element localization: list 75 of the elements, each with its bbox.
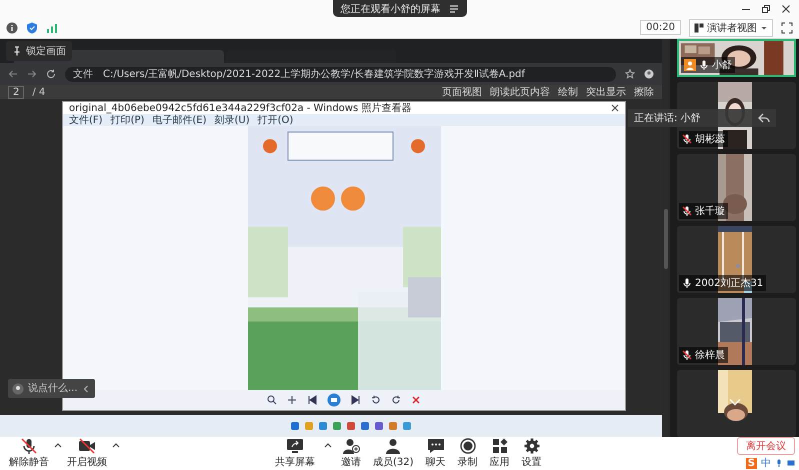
toolbar-button[interactable]: 邀请: [338, 438, 364, 469]
restore-icon[interactable]: [761, 4, 771, 14]
layout-icon: [694, 22, 704, 32]
lock-screen-button[interactable]: 锁定画面: [6, 41, 72, 61]
pdf-tool-button[interactable]: 突出显示: [586, 85, 626, 99]
close-icon[interactable]: [781, 4, 791, 14]
caret-icon[interactable]: [54, 442, 62, 448]
crossed-microphone-icon: [19, 438, 39, 454]
caret-icon[interactable]: [112, 442, 120, 448]
keyboard-icon[interactable]: [787, 459, 795, 467]
participant-name: 徐梓晨: [695, 348, 725, 362]
meeting-timer: 00:20: [640, 20, 681, 35]
toolbar-button[interactable]: 录制: [454, 438, 481, 469]
view-mode-dropdown[interactable]: 演讲者视图: [689, 18, 773, 36]
page-count: / 4: [32, 86, 46, 98]
previous-icon[interactable]: [307, 395, 317, 405]
viewer-title: original_4b06ebe0942c5fd61e344a229f3cf02a - Windows 照片查看器: [69, 102, 412, 114]
toolbar-button[interactable]: 设置: [518, 438, 545, 469]
sharing-banner-text: 您正在观看小舒的屏幕: [340, 2, 440, 16]
rotate-left-icon[interactable]: [371, 395, 381, 405]
refresh-icon[interactable]: [46, 69, 56, 79]
chevron-down-icon[interactable]: [729, 398, 741, 406]
back-icon[interactable]: [8, 69, 18, 79]
caret-icon[interactable]: [324, 442, 332, 448]
next-icon[interactable]: [351, 395, 361, 405]
pdf-tool-button[interactable]: 朗读此页内容: [490, 85, 550, 99]
input-mode-toggle[interactable]: 中: [761, 456, 771, 470]
pdf-tool-button[interactable]: 擦除: [634, 85, 654, 99]
address-url: C:/Users/王富帆/Desktop/2021-2022上学期办公教学/长春建筑学院数字游戏开发Ⅱ试卷A.pdf: [103, 68, 525, 81]
slideshow-icon[interactable]: [327, 393, 341, 407]
star-icon[interactable]: [625, 69, 635, 79]
list-icon[interactable]: [448, 4, 458, 14]
rotate-right-icon[interactable]: [391, 395, 401, 405]
toolbar-button[interactable]: 共享屏幕: [272, 438, 318, 469]
pdf-tool-button[interactable]: 页面视图: [442, 85, 482, 99]
zoom-icon[interactable]: [267, 395, 277, 405]
viewer-menu[interactable]: 打印(P): [110, 113, 144, 127]
viewer-menu[interactable]: 打开(O): [258, 113, 294, 127]
toolbar-button[interactable]: 开启视频: [64, 438, 110, 469]
info-icon[interactable]: [6, 22, 18, 34]
chat-input-field[interactable]: 说点什么...: [28, 383, 78, 394]
fullscreen-icon[interactable]: [781, 22, 793, 34]
address-scheme: 文件: [73, 68, 93, 81]
crossed-camera-icon: [77, 438, 97, 454]
scrollbar[interactable]: [664, 209, 668, 269]
participant-name: 2002刘正杰31: [695, 276, 764, 290]
viewer-menu[interactable]: 文件(F): [69, 113, 103, 127]
pin-icon: [12, 46, 22, 56]
forward-icon[interactable]: [27, 69, 37, 79]
record-icon: [458, 438, 478, 454]
reply-arrow-icon[interactable]: [758, 112, 770, 124]
participant-name: 张千璇: [695, 204, 725, 218]
toolbar-button[interactable]: 解除静音: [6, 438, 52, 469]
participant-name: 小舒: [712, 58, 732, 72]
fit-icon[interactable]: [287, 395, 297, 405]
shield-icon[interactable]: [26, 22, 38, 34]
close-icon[interactable]: [611, 104, 619, 112]
toolbar-button[interactable]: 聊天: [422, 438, 449, 469]
toolbar-button[interactable]: 应用: [486, 438, 513, 469]
leave-meeting-button[interactable]: 离开会议: [737, 437, 795, 455]
pdf-tool-button[interactable]: 绘制: [558, 85, 578, 99]
chat-field[interactable]: 说点什么...: [8, 379, 95, 398]
profile-icon[interactable]: [644, 69, 654, 79]
delete-icon[interactable]: [411, 395, 421, 405]
page-number-field[interactable]: 2: [8, 86, 24, 98]
viewer-menu[interactable]: 刻录(U): [214, 113, 250, 127]
avatar-icon: [12, 382, 24, 394]
participant-name: 胡彬蕊: [695, 132, 725, 146]
viewer-menu[interactable]: 电子邮件(E): [152, 113, 207, 127]
mic-icon[interactable]: [775, 459, 783, 467]
collapse-icon[interactable]: [82, 384, 90, 392]
address-bar[interactable]: 文件 C:/Users/王富帆/Desktop/2021-2022上学期办公教学/长春建筑学院数字游戏开发Ⅱ试卷A.pdf: [65, 66, 616, 82]
host-icon: [684, 59, 696, 71]
speaking-label: 正在讲话: 小舒: [634, 112, 701, 125]
toolbar-button[interactable]: 成员(32): [370, 438, 417, 469]
